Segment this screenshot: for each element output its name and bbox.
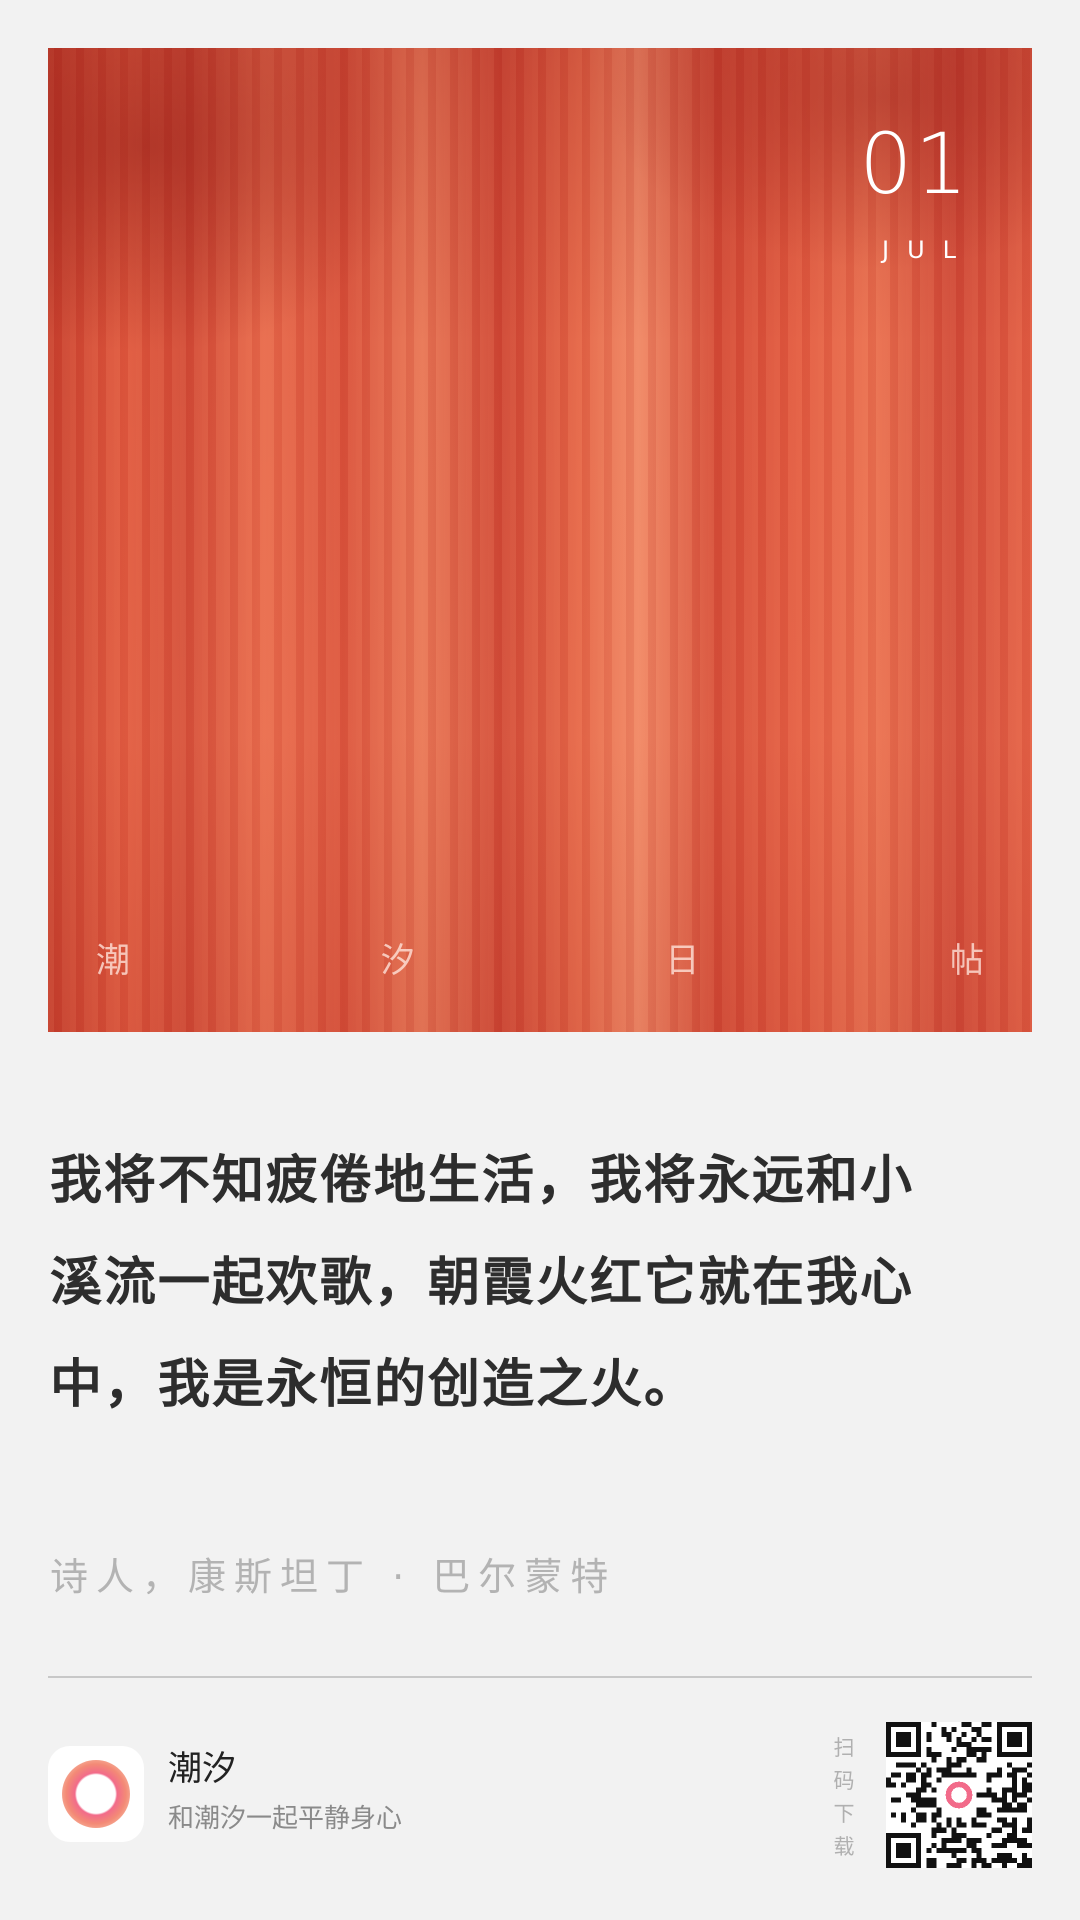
scan-hint-char: 下 [833, 1802, 855, 1826]
qr-finder-pattern [886, 1722, 922, 1758]
scan-hint: 扫 码 下 载 [832, 1732, 856, 1864]
hero-image: 01 JUL 潮 汐 日 帖 [48, 48, 1032, 1032]
qr-code[interactable] [886, 1722, 1032, 1868]
hero-caption-char: 汐 [380, 941, 415, 981]
quote-line: 中，我是永恒的创造之火。 [50, 1355, 699, 1415]
app-icon[interactable] [48, 1746, 144, 1842]
scan-hint-char: 码 [833, 1769, 855, 1793]
quote-text: 我将不知疲倦地生活，我将永远和小 溪流一起欢歌，朝霞火红它就在我心 中，我是永恒… [50, 1130, 1010, 1436]
scan-hint-char: 扫 [833, 1736, 855, 1760]
qr-code-image [886, 1722, 1032, 1868]
hero-caption-char: 潮 [96, 941, 130, 981]
quote-line: 溪流一起欢歌，朝霞火红它就在我心 [50, 1253, 915, 1313]
divider [48, 1676, 1032, 1678]
hero-caption: 潮 汐 日 帖 [96, 944, 984, 978]
app-tagline: 和潮汐一起平静身心 [168, 1804, 403, 1834]
tide-logo-icon [62, 1760, 130, 1828]
date-month: JUL [881, 236, 974, 264]
hero-caption-char: 日 [665, 941, 700, 981]
date-day: 01 [859, 115, 970, 213]
qr-finder-pattern [996, 1722, 1032, 1758]
qr-finder-pattern [886, 1832, 922, 1868]
app-name: 潮汐 [168, 1749, 236, 1789]
hero-caption-char: 帖 [949, 941, 984, 981]
quote-author: 诗人，康斯坦丁 · 巴尔蒙特 [50, 1555, 617, 1599]
scan-hint-char: 载 [833, 1835, 855, 1859]
quote-line: 我将不知疲倦地生活，我将永远和小 [50, 1151, 915, 1211]
